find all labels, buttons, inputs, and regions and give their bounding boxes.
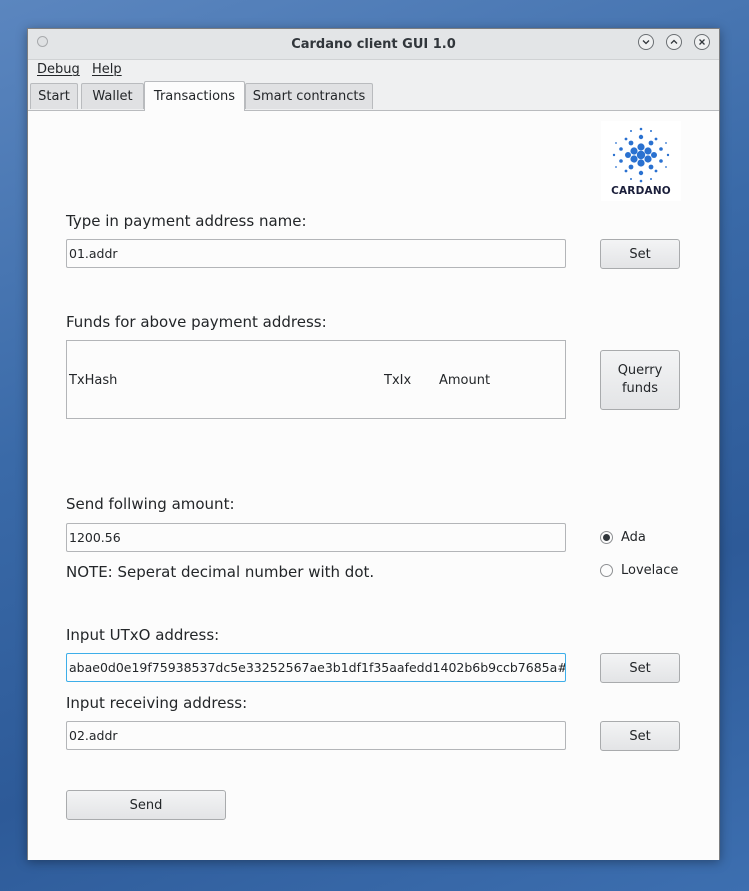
close-icon bbox=[699, 39, 705, 45]
radio-lovelace-label: Lovelace bbox=[621, 563, 679, 578]
transactions-panel: CARDANO Type in payment address name: 01… bbox=[28, 110, 719, 860]
query-funds-button[interactable]: Querry funds bbox=[600, 350, 680, 410]
minimize-button[interactable] bbox=[638, 34, 654, 50]
chevron-down-icon bbox=[642, 40, 650, 45]
set-receiving-address-button[interactable]: Set bbox=[600, 721, 680, 751]
column-header-txhash[interactable]: TxHash bbox=[69, 373, 117, 388]
receiving-address-label: Input receiving address: bbox=[66, 694, 248, 712]
utxo-input[interactable]: abae0d0e19f75938537dc5e33252567ae3b1df1f… bbox=[66, 653, 566, 682]
radio-ada-indicator[interactable] bbox=[600, 531, 613, 544]
menu-help[interactable]: Help bbox=[92, 62, 122, 77]
main-window: Cardano client GUI 1.0 Debug Help Start … bbox=[27, 28, 720, 860]
tab-bar: Start Wallet Transactions Smart contranc… bbox=[28, 81, 719, 111]
chevron-up-icon bbox=[670, 39, 678, 44]
cardano-logo: CARDANO bbox=[601, 121, 681, 201]
tab-start[interactable]: Start bbox=[30, 83, 78, 109]
title-bar[interactable]: Cardano client GUI 1.0 bbox=[28, 29, 719, 60]
tab-wallet[interactable]: Wallet bbox=[81, 83, 144, 109]
column-header-txix[interactable]: TxIx bbox=[384, 373, 411, 388]
menu-debug[interactable]: Debug bbox=[37, 62, 80, 77]
send-amount-label: Send follwing amount: bbox=[66, 495, 235, 513]
funds-table[interactable]: TxHash TxIx Amount bbox=[66, 340, 566, 419]
menu-bar: Debug Help bbox=[28, 59, 719, 81]
funds-label: Funds for above payment address: bbox=[66, 313, 327, 331]
cardano-logo-icon bbox=[612, 127, 670, 183]
decimal-note: NOTE: Seperat decimal number with dot. bbox=[66, 563, 375, 581]
cardano-logo-text: CARDANO bbox=[611, 185, 671, 197]
radio-ada-label: Ada bbox=[621, 530, 646, 545]
set-utxo-button[interactable]: Set bbox=[600, 653, 680, 683]
tab-smart-contracts[interactable]: Smart contrancts bbox=[245, 83, 373, 109]
payment-address-input[interactable]: 01.addr bbox=[66, 239, 566, 268]
radio-ada[interactable]: Ada bbox=[600, 530, 646, 545]
window-title: Cardano client GUI 1.0 bbox=[291, 37, 456, 52]
tab-transactions[interactable]: Transactions bbox=[144, 81, 245, 111]
radio-lovelace-indicator[interactable] bbox=[600, 564, 613, 577]
column-header-amount[interactable]: Amount bbox=[439, 373, 490, 388]
receiving-address-input[interactable]: 02.addr bbox=[66, 721, 566, 750]
maximize-button[interactable] bbox=[666, 34, 682, 50]
radio-lovelace[interactable]: Lovelace bbox=[600, 563, 678, 578]
set-payment-address-button[interactable]: Set bbox=[600, 239, 680, 269]
send-button[interactable]: Send bbox=[66, 790, 226, 820]
utxo-label: Input UTxO address: bbox=[66, 626, 220, 644]
send-amount-input[interactable]: 1200.56 bbox=[66, 523, 566, 552]
payment-address-label: Type in payment address name: bbox=[66, 212, 307, 230]
close-button[interactable] bbox=[694, 34, 710, 50]
